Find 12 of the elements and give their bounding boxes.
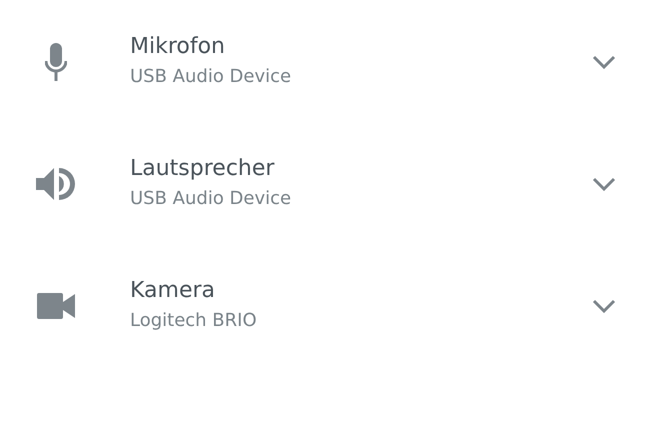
device-model: USB Audio Device — [130, 187, 292, 211]
chevron-down-icon[interactable] — [592, 55, 616, 69]
device-name: Mikrofon — [130, 33, 226, 61]
video-camera-icon — [37, 293, 75, 319]
device-name: Lautsprecher — [130, 155, 276, 183]
chevron-down-icon[interactable] — [592, 299, 616, 313]
microphone-icon — [45, 43, 67, 81]
device-model: Logitech BRIO — [130, 309, 258, 333]
device-model: USB Audio Device — [130, 65, 292, 89]
speaker-icon — [36, 166, 76, 202]
chevron-down-icon[interactable] — [592, 177, 616, 191]
device-name: Kamera — [130, 277, 216, 305]
